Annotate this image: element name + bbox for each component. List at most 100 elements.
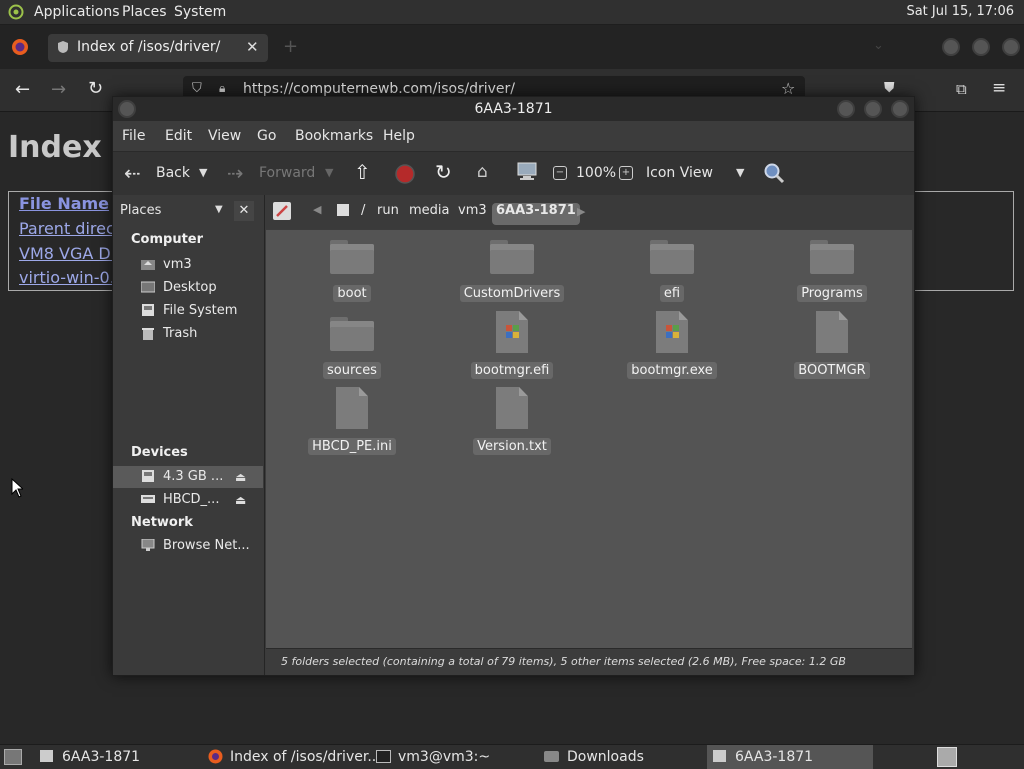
sidebar-item-label: File System <box>163 303 238 318</box>
path-scroll-left-icon[interactable]: ◀ <box>313 203 321 216</box>
file-item[interactable]: Version.txt <box>447 387 577 459</box>
back-history-dropdown-icon[interactable]: ▼ <box>199 166 207 179</box>
reload-icon[interactable]: ↻ <box>88 78 103 99</box>
firefox-icon[interactable] <box>11 38 29 56</box>
folder-item[interactable]: CustomDrivers <box>447 234 577 306</box>
path-segment-run[interactable]: run <box>377 203 399 225</box>
window-titlebar[interactable]: 6AA3-1871 <box>113 97 914 121</box>
taskbar-item-terminal[interactable]: vm3@vm3:~ <box>372 745 532 769</box>
status-text: 5 folders selected (containing a total o… <box>281 655 846 668</box>
folder-item[interactable]: Programs <box>767 234 897 306</box>
forward-icon[interactable]: ⇢ <box>227 161 244 185</box>
taskbar-item-6aa3-1871-active[interactable]: 6AA3-1871 <box>707 745 873 769</box>
file-name-label: boot <box>333 285 371 302</box>
path-scroll-right-icon[interactable]: ▶ <box>577 205 585 218</box>
file-item[interactable]: bootmgr.exe <box>607 311 737 383</box>
sidebar-places-select[interactable]: Places ▼ <box>117 201 229 221</box>
sidebar-item-vm3[interactable]: vm3 <box>113 254 263 276</box>
browser-close-button[interactable] <box>1002 38 1020 56</box>
menu-edit[interactable]: Edit <box>165 128 192 144</box>
file-name-header-link[interactable]: File Name <box>19 194 109 213</box>
home-icon[interactable]: ⌂ <box>477 162 488 182</box>
menu-file[interactable]: File <box>122 128 145 144</box>
back-arrow-icon[interactable]: ← <box>15 79 30 100</box>
menu-view[interactable]: View <box>208 128 241 144</box>
new-tab-icon[interactable]: + <box>283 36 298 57</box>
zoom-in-icon[interactable]: + <box>619 166 633 180</box>
menubar: File Edit View Go Bookmarks Help <box>113 121 914 151</box>
path-segment-vm3[interactable]: vm3 <box>458 203 487 225</box>
drive-icon <box>141 493 155 505</box>
taskbar-item-firefox[interactable]: Index of /isos/driver... <box>204 745 381 769</box>
reload-icon[interactable]: ↻ <box>435 160 452 184</box>
extensions-icon[interactable]: ⧉ <box>956 80 967 98</box>
path-segment-root[interactable]: / <box>361 203 365 225</box>
folder-icon <box>650 240 694 274</box>
zoom-level[interactable]: 100% <box>576 165 616 181</box>
view-mode-dropdown-icon[interactable]: ▼ <box>736 166 744 179</box>
browser-tab[interactable]: Index of /isos/driver/ ✕ <box>48 34 268 62</box>
sidebar-item-file-system[interactable]: File System <box>113 300 263 322</box>
view-mode-select[interactable]: Icon View <box>646 165 713 181</box>
tab-favicon-icon <box>56 40 70 54</box>
sidebar-item-desktop[interactable]: Desktop <box>113 277 263 299</box>
sidebar-item-trash[interactable]: Trash <box>113 323 263 345</box>
menu-go[interactable]: Go <box>257 128 276 144</box>
forward-button[interactable]: Forward <box>259 165 315 181</box>
back-icon[interactable]: ⇠ <box>124 161 141 185</box>
file-item[interactable]: HBCD_PE.ini <box>287 387 417 459</box>
path-segment-current[interactable]: 6AA3-1871 <box>492 203 580 225</box>
browser-minimize-button[interactable] <box>942 38 960 56</box>
show-desktop-icon[interactable] <box>4 749 22 765</box>
pocket-icon[interactable]: ⛊ <box>884 80 895 96</box>
forward-history-dropdown-icon[interactable]: ▼ <box>325 166 333 179</box>
hamburger-menu-icon[interactable]: ≡ <box>992 78 1006 98</box>
places-menu[interactable]: Places <box>122 4 167 20</box>
system-menu[interactable]: System <box>174 4 226 20</box>
computer-icon[interactable] <box>516 162 538 186</box>
minimize-button[interactable] <box>837 100 855 118</box>
taskbar-item-6aa3-1871[interactable]: 6AA3-1871 <box>36 745 196 769</box>
path-segment-media[interactable]: media <box>409 203 450 225</box>
forward-arrow-icon[interactable]: → <box>51 79 66 100</box>
up-icon[interactable]: ⇧ <box>354 160 371 184</box>
lock-icon: 🔒︎ <box>219 81 226 95</box>
workspace-switcher[interactable] <box>937 747 957 767</box>
folder-item[interactable]: boot <box>287 234 417 306</box>
file-item[interactable]: bootmgr.efi <box>447 311 577 383</box>
menu-help[interactable]: Help <box>383 128 415 144</box>
sidebar-item-device-hbcd[interactable]: HBCD_... ⏏ <box>113 489 263 511</box>
file-name-label: bootmgr.exe <box>627 362 717 379</box>
sidebar-item-device-4gb[interactable]: 4.3 GB ... ⏏ <box>113 466 263 488</box>
menu-bookmarks[interactable]: Bookmarks <box>295 128 373 144</box>
file-item[interactable]: BOOTMGR <box>767 311 897 383</box>
folder-item[interactable]: sources <box>287 311 417 383</box>
eject-icon[interactable]: ⏏ <box>235 470 246 484</box>
listing-row-link[interactable]: virtio-win-0.1 <box>19 268 125 287</box>
file-icon-view[interactable]: boot CustomDrivers efi Programs sources bootm… <box>266 230 912 648</box>
stop-icon[interactable] <box>395 164 415 188</box>
tab-list-icon[interactable]: ⌄ <box>873 38 884 53</box>
back-button[interactable]: Back <box>156 165 190 181</box>
sidebar-dropdown-label: Places <box>120 203 162 218</box>
close-tab-icon[interactable]: ✕ <box>246 38 259 56</box>
search-icon[interactable] <box>763 162 785 188</box>
browser-maximize-button[interactable] <box>972 38 990 56</box>
close-sidebar-icon[interactable]: ✕ <box>234 201 254 221</box>
distro-logo-icon[interactable] <box>8 4 24 20</box>
close-button[interactable] <box>891 100 909 118</box>
clock[interactable]: Sat Jul 15, 17:06 <box>906 4 1014 19</box>
taskbar-item-downloads[interactable]: Downloads <box>540 745 700 769</box>
applications-menu[interactable]: Applications <box>34 4 120 20</box>
sidebar-item-label: vm3 <box>163 257 192 272</box>
eject-icon[interactable]: ⏏ <box>235 493 246 507</box>
executable-icon <box>656 311 688 353</box>
folder-item[interactable]: efi <box>607 234 737 306</box>
edit-location-icon[interactable] <box>273 202 291 220</box>
network-icon <box>141 538 155 551</box>
listing-row-link[interactable]: VM8 VGA Dr <box>19 244 117 263</box>
zoom-out-icon[interactable]: − <box>553 166 567 180</box>
sidebar-item-browse-network[interactable]: Browse Net... <box>113 535 263 557</box>
maximize-button[interactable] <box>864 100 882 118</box>
file-name-label: bootmgr.efi <box>470 362 554 379</box>
